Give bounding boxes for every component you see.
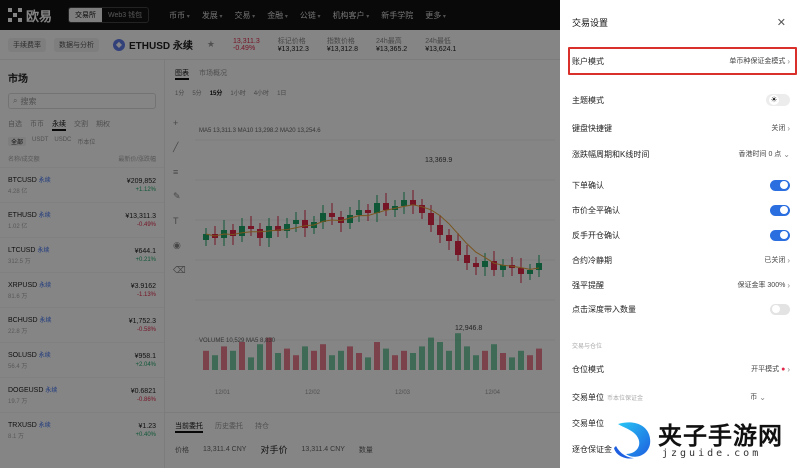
- toggle-knob: [780, 206, 788, 214]
- timezone-text: 香港时间 0 点: [738, 151, 782, 158]
- sun-icon: ☀: [769, 95, 779, 105]
- chevron-right-icon: ›: [787, 364, 790, 374]
- chevron-down-icon: ⌄: [759, 392, 766, 402]
- drawer-header: 交易设置 ✕: [572, 0, 790, 44]
- position-mode-row[interactable]: 仓位模式 开平模式 ● ›: [572, 361, 790, 377]
- toggle-knob: [780, 181, 788, 189]
- notification-dot: ●: [781, 365, 786, 373]
- account-mode-text: 单币种保证金模式: [729, 58, 786, 65]
- order-confirm-row: 下单确认: [572, 177, 790, 193]
- order-confirm-label: 下单确认: [572, 180, 604, 190]
- trade-unit-text: 币: [750, 394, 758, 401]
- position-mode-text: 开平模式: [751, 366, 780, 373]
- position-mode-value: 开平模式 ● ›: [751, 364, 790, 374]
- depth-click-label: 点击深度带入数量: [572, 304, 636, 314]
- reverse-confirm-row: 反手开仓确认: [572, 227, 790, 243]
- chevron-right-icon: ›: [787, 280, 790, 290]
- reverse-confirm-label: 反手开仓确认: [572, 230, 620, 240]
- order-confirm-toggle[interactable]: [770, 179, 790, 191]
- account-mode-label: 账户模式: [572, 56, 604, 66]
- close-icon[interactable]: ✕: [773, 14, 790, 31]
- position-mode-label: 仓位模式: [572, 364, 604, 374]
- account-mode-row[interactable]: 账户模式 单币种保证金模式 ›: [572, 53, 790, 69]
- theme-label: 主题模式: [572, 95, 604, 105]
- timezone-value: 香港时间 0 点 ⌄: [739, 149, 791, 159]
- watermark-url: jzguide.com: [662, 448, 762, 459]
- liq-warning-value: 保证金率 300% ›: [737, 280, 790, 290]
- depth-click-row: 点击深度带入数量: [572, 301, 790, 317]
- chevron-right-icon: ›: [787, 123, 790, 133]
- liq-warning-text: 保证金率 300%: [737, 282, 786, 289]
- cooldown-value: 已关闭 ›: [764, 255, 790, 265]
- watermark-logo-icon: [614, 422, 651, 459]
- trade-unit-hint: 币本位保证金: [607, 395, 644, 402]
- cooldown-row[interactable]: 合约冷静期 已关闭 ›: [572, 252, 790, 268]
- market-close-confirm-toggle[interactable]: [770, 204, 790, 216]
- chevron-right-icon: ›: [787, 56, 790, 66]
- toggle-knob: [780, 231, 788, 239]
- theme-toggle[interactable]: ☀: [766, 94, 790, 106]
- modal-backdrop[interactable]: [0, 0, 560, 468]
- trade-unit-value: 币 ⌄: [750, 392, 766, 402]
- toggle-knob: [772, 305, 780, 313]
- drawer-title: 交易设置: [572, 17, 609, 28]
- account-mode-value: 单币种保证金模式 ›: [729, 56, 790, 66]
- chevron-right-icon: ›: [787, 255, 790, 265]
- market-close-confirm-row: 市价全平确认: [572, 202, 790, 218]
- watermark-title: 夹子手游网: [658, 422, 783, 450]
- reverse-confirm-toggle[interactable]: [770, 229, 790, 241]
- shortcuts-row[interactable]: 键盘快捷键 关闭 ›: [572, 120, 790, 136]
- chevron-down-icon: ⌄: [783, 149, 790, 159]
- depth-click-toggle[interactable]: [770, 303, 790, 315]
- market-close-confirm-label: 市价全平确认: [572, 205, 620, 215]
- timezone-row[interactable]: 涨跌幅周期和K线时间 香港时间 0 点 ⌄: [572, 146, 790, 162]
- liq-warning-label: 强平提醒: [572, 280, 604, 290]
- trade-unit-label-text: 交易单位: [572, 392, 604, 402]
- trade-unit-row[interactable]: 交易单位 币本位保证金 币 ⌄: [572, 389, 790, 405]
- theme-row: 主题模式 ☀: [572, 92, 790, 108]
- shortcuts-label: 键盘快捷键: [572, 123, 612, 133]
- shortcuts-value: 关闭 ›: [771, 123, 790, 133]
- site-watermark: 夹子手游网 jzguide.com: [600, 410, 800, 468]
- shortcuts-text: 关闭: [771, 125, 786, 132]
- trade-unit-label: 交易单位 币本位保证金: [572, 392, 643, 403]
- cooldown-text: 已关闭: [764, 257, 786, 264]
- liq-warning-row[interactable]: 强平提醒 保证金率 300% ›: [572, 277, 790, 293]
- cooldown-label: 合约冷静期: [572, 255, 612, 265]
- timezone-label: 涨跌幅周期和K线时间: [572, 149, 650, 159]
- section-label: 交易与仓位: [572, 344, 603, 350]
